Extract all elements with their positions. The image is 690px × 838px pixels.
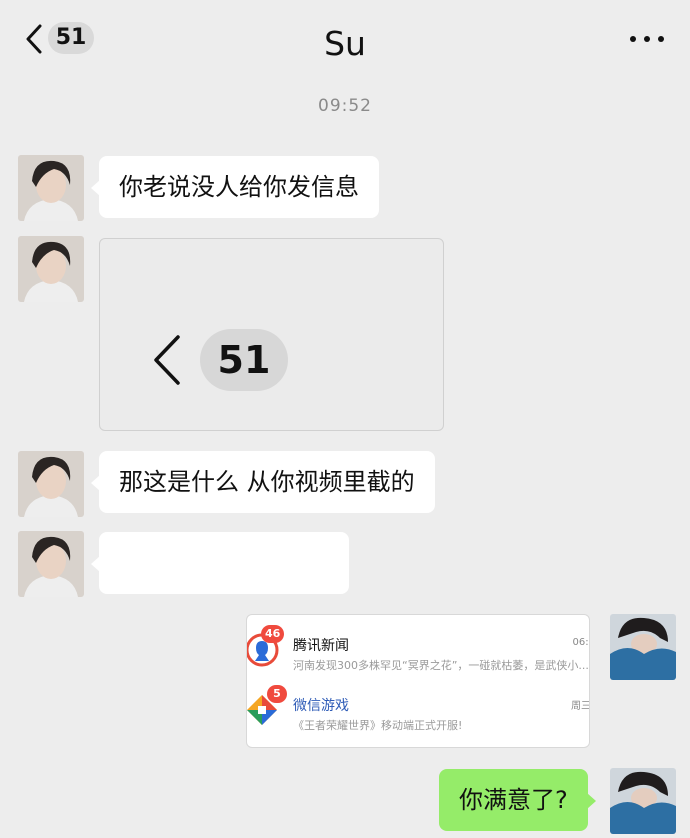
message-bubble-incoming[interactable]: 那这是什么 从你视频里截的 [91,451,435,513]
contact-avatar[interactable] [18,451,84,517]
image-message-screenshot[interactable]: 51 [99,238,444,431]
chat-title: Su [324,24,366,63]
image-message-notifications[interactable]: 46 腾讯新闻 河南发现300多株罕见“冥界之花”，一碰就枯萎，是武侠小... … [246,614,590,748]
screenshot-badge: 51 [200,329,288,391]
back-chevron-icon [154,335,180,385]
contact-avatar[interactable] [18,531,84,597]
notification-item: 46 腾讯新闻 河南发现300多株罕见“冥界之花”，一碰就枯萎，是武侠小... … [247,625,589,687]
my-avatar[interactable] [610,614,676,680]
contact-avatar[interactable] [18,155,84,221]
chat-header: 51 Su [0,0,690,84]
message-timestamp: 09:52 [318,96,372,116]
message-bubble-incoming[interactable]: 你老说没人给你发信息 [91,156,379,218]
message-bubble-outgoing[interactable]: 你满意了? [439,769,596,831]
notification-count-badge: 5 [267,685,287,703]
message-bubble-incoming-blank[interactable] [91,532,349,594]
my-avatar[interactable] [610,768,676,834]
more-options-icon[interactable] [630,36,664,44]
notification-app-name: 微信游戏 [293,698,349,714]
notification-count-badge: 46 [261,625,285,643]
notification-item: 5 微信游戏 《王者荣耀世界》移动端正式开服! 周三 [247,685,590,747]
notification-preview: 《王者荣耀世界》移动端正式开服! [293,719,463,732]
notification-preview: 河南发现300多株罕见“冥界之花”，一碰就枯萎，是武侠小... [293,659,589,672]
notification-time: 周三 [571,701,590,712]
notification-time: 06:4 [572,637,589,648]
notification-app-name: 腾讯新闻 [293,638,349,654]
contact-avatar[interactable] [18,236,84,302]
